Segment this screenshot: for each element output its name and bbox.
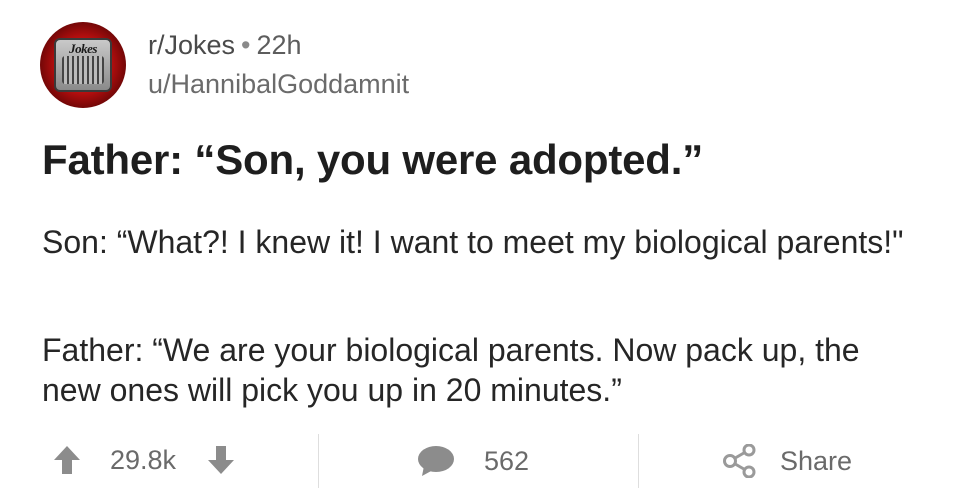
- share-button[interactable]: Share: [722, 444, 852, 478]
- vote-group: 29.8k: [52, 444, 236, 476]
- author-link[interactable]: u/HannibalGoddamnit: [148, 66, 409, 102]
- post-age: 22h: [256, 30, 302, 60]
- arrow-up-icon[interactable]: [52, 444, 82, 476]
- meta-separator: •: [241, 30, 251, 60]
- action-divider: [638, 434, 639, 488]
- subreddit-avatar[interactable]: Jokes: [40, 22, 126, 108]
- subreddit-link[interactable]: r/Jokes: [148, 30, 235, 60]
- post-body-paragraph-1: Son: “What?! I knew it! I want to meet m…: [42, 224, 904, 260]
- post-title[interactable]: Father: “Son, you were adopted.”: [42, 136, 703, 184]
- post-body-paragraph-2: Father: “We are your biological parents.…: [42, 332, 860, 408]
- meta-line: r/Jokes • 22h: [148, 28, 409, 62]
- comment-count: 562: [484, 445, 530, 476]
- microphone-icon: Jokes: [54, 38, 112, 92]
- score-count: 29.8k: [110, 444, 177, 475]
- action-divider: [318, 434, 319, 488]
- post-header: Jokes r/Jokes • 22h u/HannibalGoddamnit: [40, 22, 409, 108]
- arrow-down-icon[interactable]: [206, 444, 236, 476]
- post-action-bar: 29.8k 562 Share: [0, 430, 960, 490]
- share-icon: [722, 444, 758, 478]
- share-label: Share: [780, 445, 853, 476]
- comments-button[interactable]: 562: [416, 444, 529, 478]
- avatar-logo-text: Jokes: [69, 41, 97, 56]
- post-meta: r/Jokes • 22h u/HannibalGoddamnit: [148, 28, 409, 102]
- speech-bubble-icon: [416, 444, 456, 478]
